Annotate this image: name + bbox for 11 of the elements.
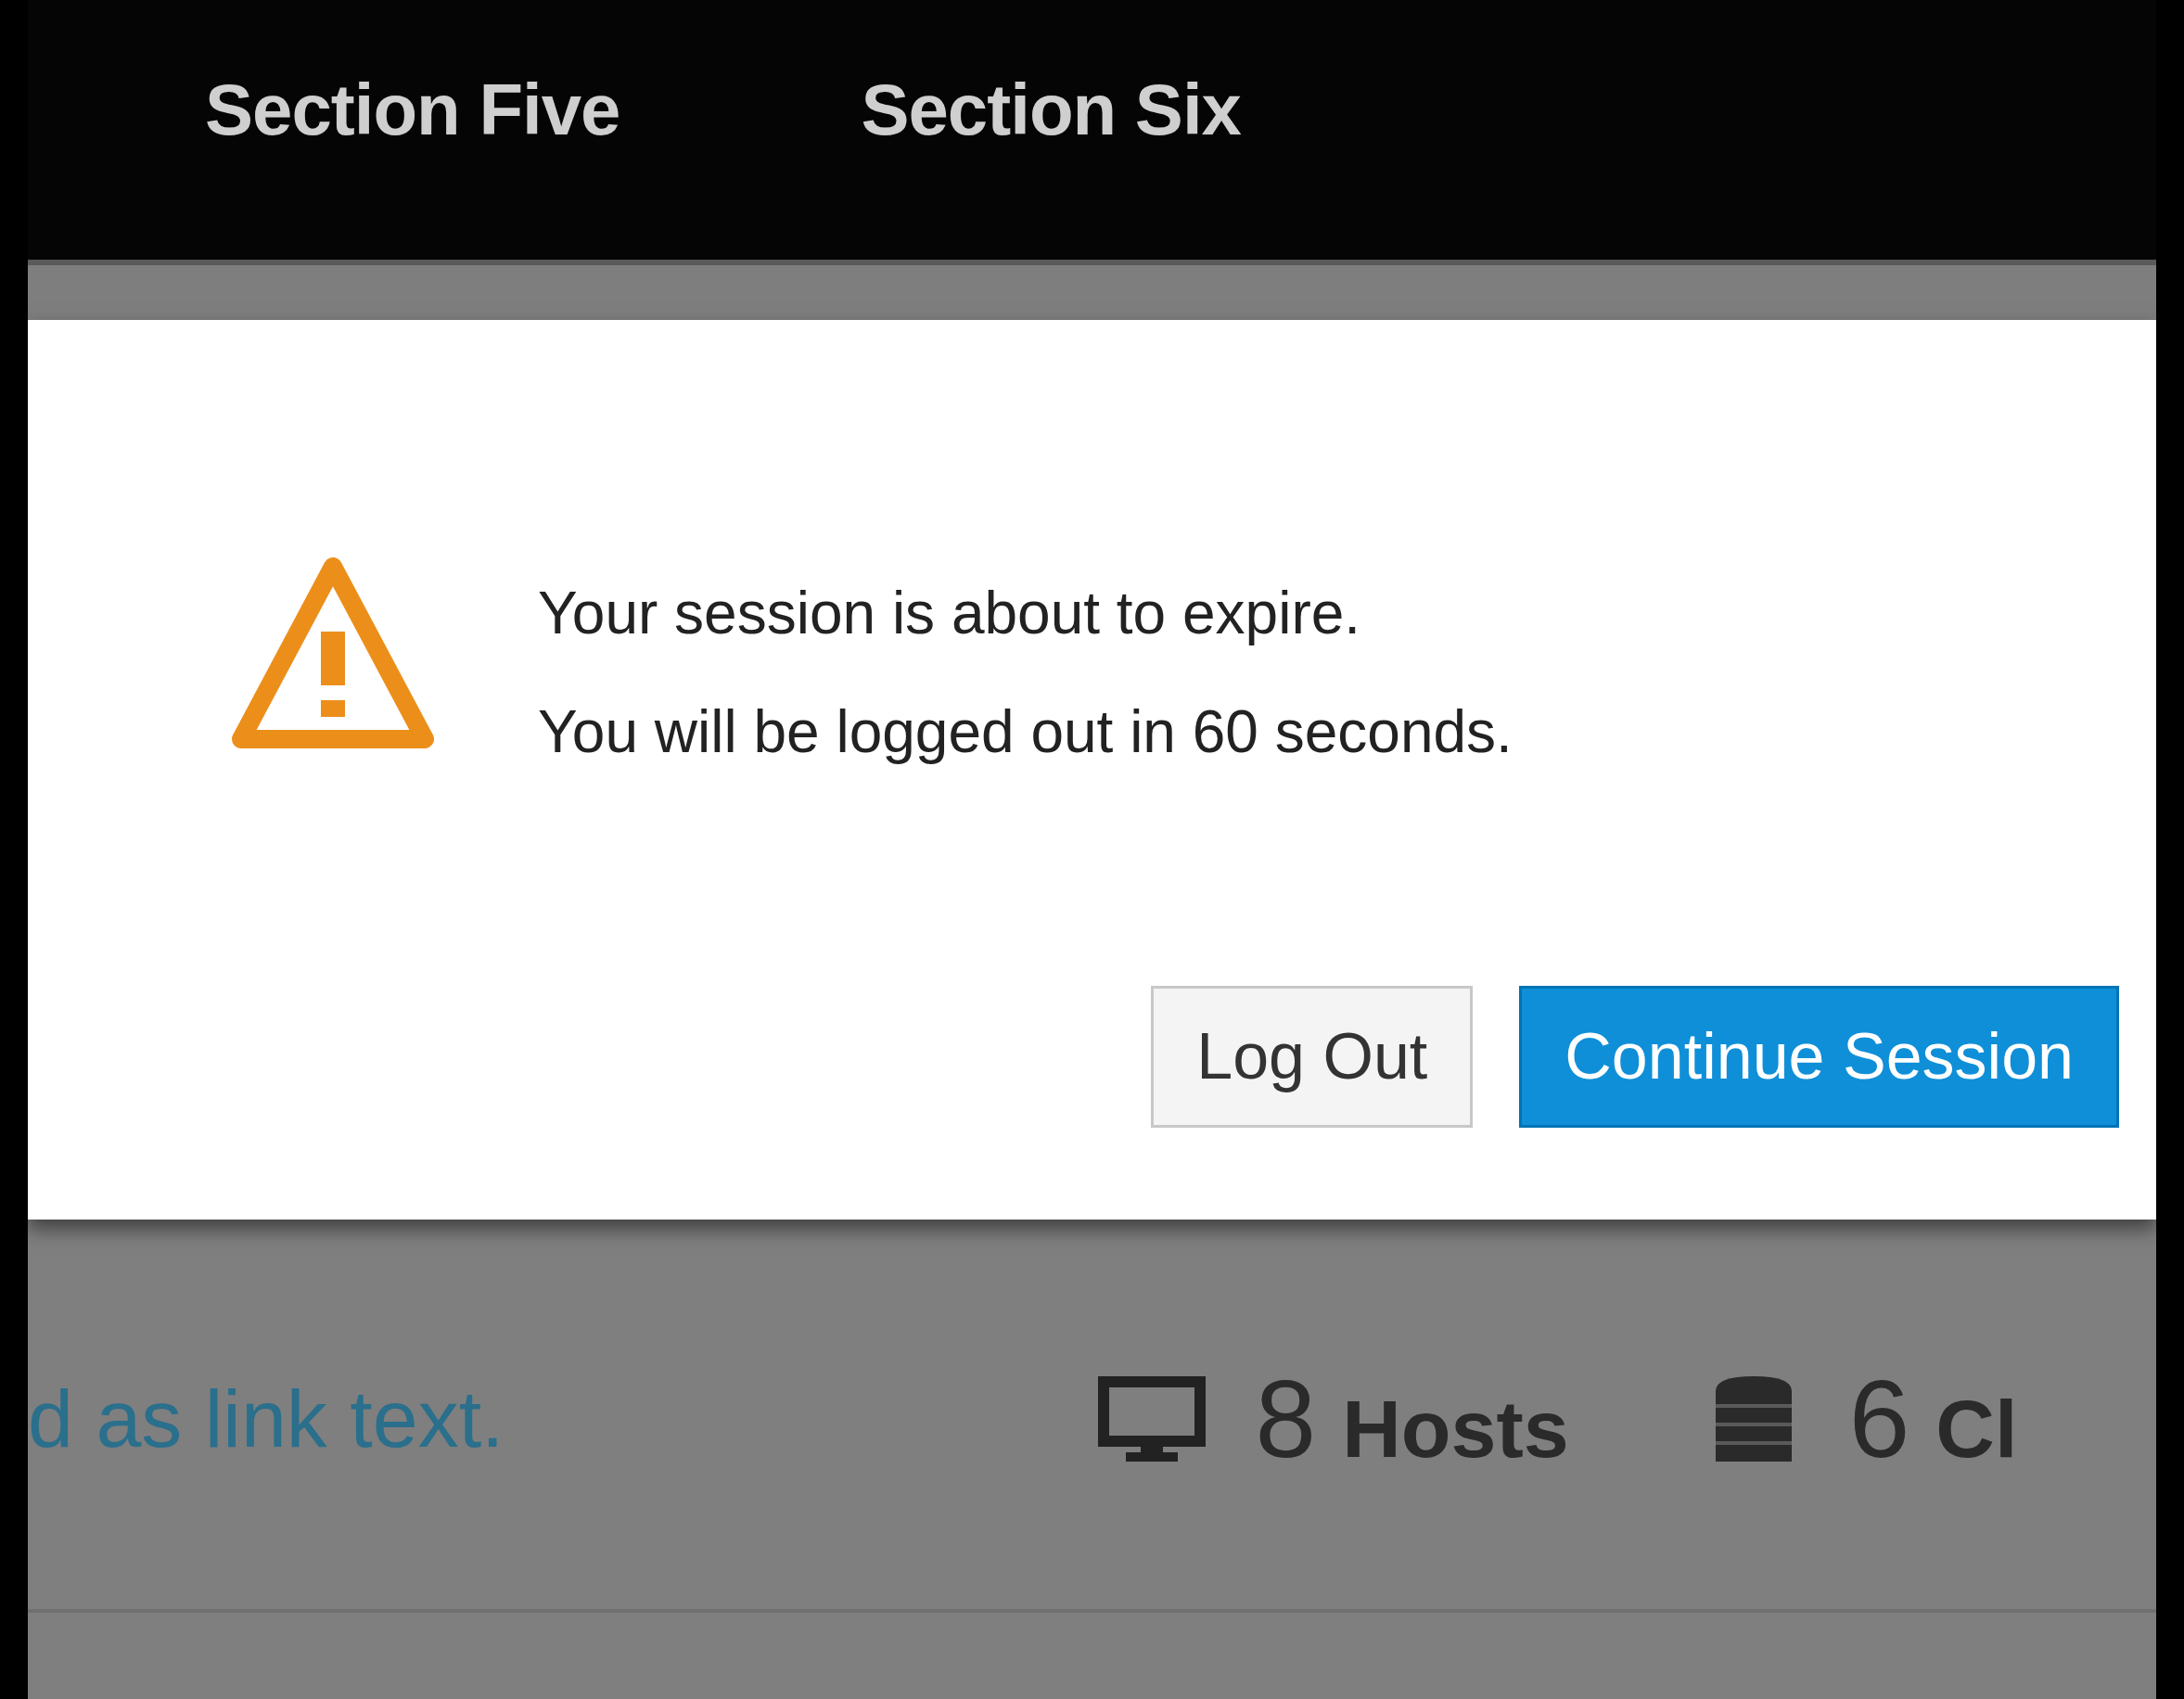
continue-button[interactable]: Continue Session (1519, 986, 2119, 1128)
stat-count: 6 (1848, 1356, 1910, 1482)
stat-label: Cl (1935, 1381, 2018, 1476)
monitor-icon (1097, 1376, 1206, 1462)
nav-link[interactable]: Section Five (205, 63, 620, 156)
stat-count: 8 (1255, 1356, 1317, 1482)
dialog-message: You will be logged out in 60 seconds. (538, 697, 1513, 767)
nav-link[interactable]: Section Six (861, 63, 1241, 156)
dialog-message: Your session is about to expire. (538, 579, 1362, 648)
logout-button[interactable]: Log Out (1151, 986, 1474, 1128)
stat-label: Hosts (1342, 1381, 1569, 1476)
